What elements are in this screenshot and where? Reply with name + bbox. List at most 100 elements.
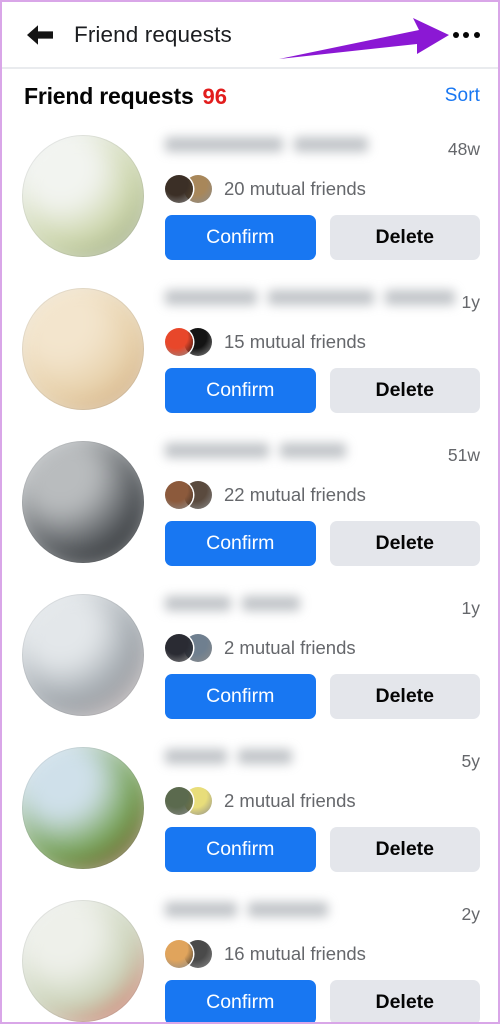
requester-name[interactable] (165, 443, 346, 458)
delete-button[interactable]: Delete (329, 215, 480, 260)
confirm-button[interactable]: Confirm (165, 368, 316, 413)
more-dot-3 (473, 31, 480, 38)
section-title-group: Friend requests 96 (24, 83, 227, 110)
sort-button[interactable]: Sort (445, 85, 480, 107)
mutual-friend-avatars (165, 175, 212, 203)
name-redaction-block-2 (248, 902, 328, 917)
name-row: 1y (165, 286, 480, 320)
mutual-friend-avatar-1 (165, 175, 193, 203)
page-title: Friend requests (74, 21, 232, 47)
delete-button[interactable]: Delete (329, 368, 480, 413)
requester-avatar[interactable] (22, 441, 144, 563)
delete-button[interactable]: Delete (329, 827, 480, 872)
avatar-image (22, 288, 144, 410)
mutual-friends-label: 20 mutual friends (224, 178, 366, 199)
avatar-image (22, 747, 144, 869)
requester-avatar[interactable] (22, 900, 144, 1022)
section-title: Friend requests (24, 82, 194, 109)
name-redaction-block-1 (165, 902, 237, 917)
requester-avatar[interactable] (22, 747, 144, 869)
avatar-image (22, 594, 144, 716)
mutual-avatar-image (165, 787, 193, 815)
friend-request-row[interactable]: 1y 15 mutual friends Confirm Delete (2, 276, 498, 429)
mutual-avatar-image (165, 940, 193, 968)
request-details: 5y 2 mutual friends Confirm Delete (165, 735, 480, 872)
name-redaction-block-1 (165, 290, 257, 305)
more-options-button[interactable] (444, 13, 488, 57)
phone-screenshot-frame: Friend requests Friend requests 96 Sort … (0, 0, 500, 1024)
section-header: Friend requests 96 Sort (2, 69, 498, 123)
arrow-left-icon (25, 22, 55, 48)
name-redaction-block-3 (385, 290, 455, 305)
friend-request-row[interactable]: 1y 2 mutual friends Confirm Delete (2, 582, 498, 735)
mutual-friends-label: 2 mutual friends (224, 790, 356, 811)
confirm-button[interactable]: Confirm (165, 521, 316, 566)
request-actions: Confirm Delete (165, 368, 480, 413)
requester-name[interactable] (165, 902, 328, 917)
request-actions: Confirm Delete (165, 674, 480, 719)
mutual-friend-avatar-1 (165, 481, 193, 509)
mutual-friend-avatars (165, 787, 212, 815)
mutual-friends-row[interactable]: 15 mutual friends (165, 327, 480, 357)
mutual-friend-avatars (165, 328, 212, 356)
mutual-friend-avatar-1 (165, 634, 193, 662)
requester-avatar[interactable] (22, 288, 144, 410)
avatar-image (22, 900, 144, 1022)
confirm-button[interactable]: Confirm (165, 215, 316, 260)
request-timestamp: 1y (461, 598, 480, 618)
mutual-avatar-image (165, 481, 193, 509)
request-timestamp: 1y (461, 292, 480, 312)
avatar-image (22, 135, 144, 257)
mutual-friend-avatars (165, 634, 212, 662)
mutual-friends-row[interactable]: 20 mutual friends (165, 174, 480, 204)
friend-request-row[interactable]: 5y 2 mutual friends Confirm Delete (2, 735, 498, 888)
requester-avatar[interactable] (22, 594, 144, 716)
delete-button[interactable]: Delete (329, 521, 480, 566)
more-dot-1 (452, 31, 459, 38)
mutual-friend-avatars (165, 940, 212, 968)
name-redaction-block-2 (242, 596, 300, 611)
app-bar: Friend requests (2, 2, 498, 69)
friend-request-row[interactable]: 2y 16 mutual friends Confirm Delete (2, 888, 498, 1022)
mutual-friends-row[interactable]: 16 mutual friends (165, 939, 480, 969)
requester-name[interactable] (165, 596, 300, 611)
mutual-friends-row[interactable]: 2 mutual friends (165, 633, 480, 663)
mutual-friends-row[interactable]: 2 mutual friends (165, 786, 480, 816)
name-redaction-block-2 (268, 290, 374, 305)
mutual-friend-avatars (165, 481, 212, 509)
mutual-friend-avatar-1 (165, 328, 193, 356)
mutual-avatar-image (165, 328, 193, 356)
friend-request-row[interactable]: 48w 20 mutual friends Confirm Delete (2, 123, 498, 276)
requester-name[interactable] (165, 137, 368, 152)
request-details: 51w 22 mutual friends Confirm Delete (165, 429, 480, 566)
requester-name[interactable] (165, 290, 455, 305)
delete-button[interactable]: Delete (329, 674, 480, 719)
request-actions: Confirm Delete (165, 215, 480, 260)
requester-avatar[interactable] (22, 135, 144, 257)
name-redaction-block-1 (165, 137, 283, 152)
requester-name[interactable] (165, 749, 292, 764)
mutual-friends-row[interactable]: 22 mutual friends (165, 480, 480, 510)
request-timestamp: 51w (447, 445, 480, 465)
friend-request-row[interactable]: 51w 22 mutual friends Confirm Delete (2, 429, 498, 582)
request-actions: Confirm Delete (165, 521, 480, 566)
request-actions: Confirm Delete (165, 980, 480, 1022)
delete-button[interactable]: Delete (329, 980, 480, 1022)
name-redaction-block-1 (165, 443, 269, 458)
mutual-friend-avatar-1 (165, 787, 193, 815)
request-details: 48w 20 mutual friends Confirm Delete (165, 123, 480, 260)
request-count-badge: 96 (202, 83, 228, 109)
name-row: 51w (165, 439, 480, 473)
confirm-button[interactable]: Confirm (165, 980, 316, 1022)
confirm-button[interactable]: Confirm (165, 827, 316, 872)
mutual-friend-avatar-1 (165, 940, 193, 968)
name-redaction-block-2 (294, 137, 368, 152)
request-actions: Confirm Delete (165, 827, 480, 872)
avatar-image (22, 441, 144, 563)
request-details: 1y 15 mutual friends Confirm Delete (165, 276, 480, 413)
confirm-button[interactable]: Confirm (165, 674, 316, 719)
back-button[interactable] (20, 15, 60, 55)
friend-request-list: 48w 20 mutual friends Confirm Delete 1y 15 mu… (2, 123, 498, 1022)
mutual-friends-label: 2 mutual friends (224, 637, 356, 658)
request-timestamp: 5y (461, 751, 480, 771)
